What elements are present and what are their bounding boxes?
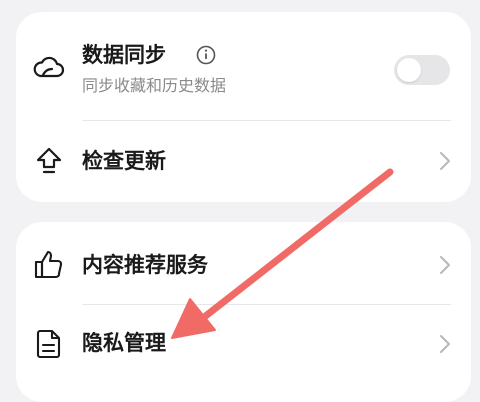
cloud-icon <box>32 51 66 85</box>
privacy-manage-title: 隐私管理 <box>82 331 166 355</box>
sync-title: 数据同步 <box>82 43 166 67</box>
document-icon <box>32 327 66 361</box>
info-icon[interactable] <box>196 45 216 65</box>
content-recommend-row[interactable]: 内容推荐服务 <box>16 222 471 304</box>
sync-subtitle: 同步收藏和历史数据 <box>82 76 227 95</box>
chevron-right-icon <box>438 254 452 276</box>
toggle-knob <box>397 58 421 82</box>
sync-toggle[interactable] <box>394 55 450 85</box>
settings-card-privacy: 内容推荐服务 隐私管理 <box>16 222 471 402</box>
upload-icon <box>32 144 66 178</box>
check-update-row[interactable]: 检查更新 <box>16 121 471 202</box>
sync-row[interactable]: 数据同步 同步收藏和历史数据 <box>16 12 471 120</box>
thumbs-up-icon <box>32 247 66 281</box>
check-update-title: 检查更新 <box>82 149 166 173</box>
content-recommend-title: 内容推荐服务 <box>82 253 208 277</box>
chevron-right-icon <box>438 333 452 355</box>
settings-card-sync: 数据同步 同步收藏和历史数据 检查更新 <box>16 12 471 202</box>
privacy-manage-row[interactable]: 隐私管理 <box>16 305 471 387</box>
chevron-right-icon <box>438 150 452 172</box>
